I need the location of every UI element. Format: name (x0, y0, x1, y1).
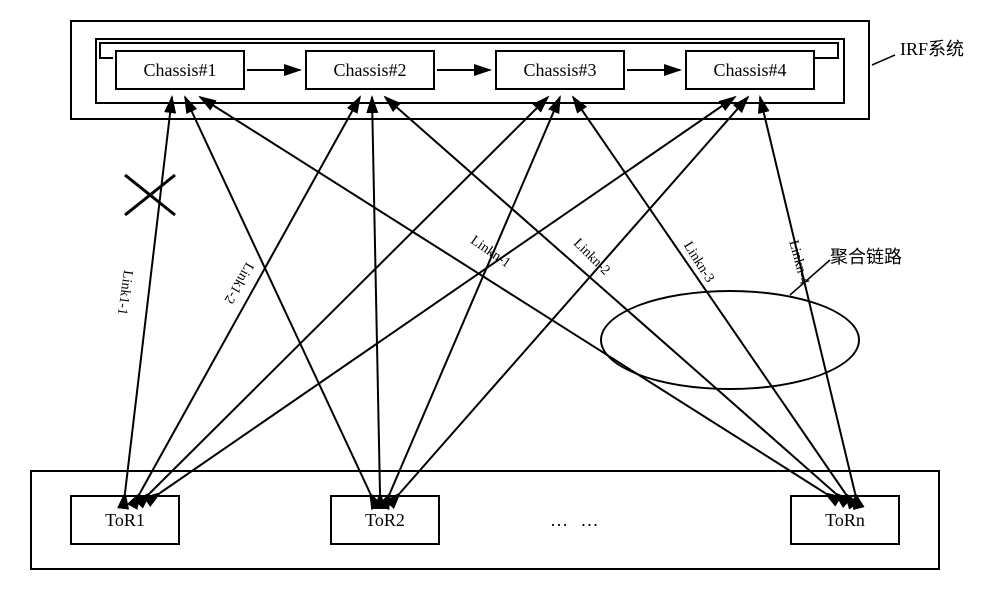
aggregated-link-ellipse (600, 290, 860, 390)
tor2-chassis3-line (390, 97, 560, 493)
chassis-2-box: Chassis#2 (305, 50, 435, 90)
tor1-chassis4-line (160, 97, 735, 493)
linkn-2-label: Linkn-2 (569, 236, 612, 279)
linkn-1-label: Linkn-1 (467, 233, 513, 272)
link1-2-label: Link1-2 (220, 259, 256, 306)
tor-ellipsis: … … (550, 510, 603, 531)
tor2-chassis1-line (185, 97, 370, 493)
tor-n-label: ToRn (825, 510, 865, 531)
aggregated-link-label: 聚合链路 (830, 243, 902, 269)
broken-link-x-icon (125, 175, 175, 215)
link1-1-label: Link1-1 (113, 269, 135, 316)
chassis-2-label: Chassis#2 (333, 60, 406, 81)
irf-system-label: IRF系统 (900, 35, 964, 61)
linkn-3-label: Linkn-3 (679, 239, 716, 286)
link1-1-line (125, 97, 172, 493)
tor2-chassis2-line (372, 97, 380, 493)
link1-2-line (140, 97, 360, 493)
chassis-3-label: Chassis#3 (523, 60, 596, 81)
irf-label-leader (872, 55, 895, 65)
tor-1-label: ToR1 (105, 510, 145, 531)
tor-2-label: ToR2 (365, 510, 405, 531)
tor1-chassis3-line (150, 97, 548, 493)
linkn-4-label: Linkn-4 (784, 239, 811, 287)
tor-2-box: ToR2 (330, 495, 440, 545)
network-diagram: Chassis#1 Chassis#2 Chassis#3 Chassis#4 … (0, 0, 1000, 601)
chassis-3-box: Chassis#3 (495, 50, 625, 90)
chassis-1-box: Chassis#1 (115, 50, 245, 90)
chassis-4-label: Chassis#4 (713, 60, 786, 81)
tor-1-box: ToR1 (70, 495, 180, 545)
chassis-1-label: Chassis#1 (143, 60, 216, 81)
chassis-4-box: Chassis#4 (685, 50, 815, 90)
tor-n-box: ToRn (790, 495, 900, 545)
